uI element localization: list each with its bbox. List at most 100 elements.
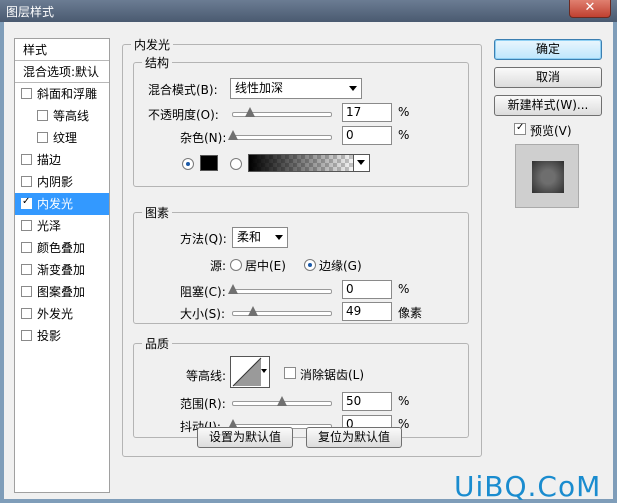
opacity-slider[interactable] [232, 107, 332, 117]
opacity-unit: % [398, 105, 410, 119]
style-item[interactable]: 投影 [15, 325, 109, 347]
solid-color-radio[interactable] [182, 158, 194, 170]
dialog-window: 图层样式 ✕ 样式 混合选项:默认 斜面和浮雕等高线纹理描边内阴影 ✓ 内发光光泽颜… [0, 0, 617, 503]
style-item-label: 斜面和浮雕 [37, 87, 98, 101]
blend-mode-label: 混合模式(B): [148, 83, 218, 97]
cancel-button[interactable]: 取消 [494, 67, 602, 88]
new-style-button[interactable]: 新建样式(W)... [494, 95, 602, 116]
size-slider[interactable] [232, 306, 332, 316]
style-checkbox[interactable] [21, 176, 32, 187]
technique-value: 柔和 [237, 230, 262, 244]
style-checkbox[interactable] [37, 132, 48, 143]
style-checkbox[interactable] [21, 330, 32, 341]
ok-button[interactable]: 确定 [494, 39, 602, 60]
style-item-label: 外发光 [37, 307, 74, 321]
noise-field[interactable]: 0 [342, 126, 392, 145]
opacity-field[interactable]: 17 [342, 103, 392, 122]
style-item[interactable]: 等高线 [15, 105, 109, 127]
swatch-fill [201, 156, 217, 170]
choke-slider-thumb[interactable] [228, 284, 238, 294]
style-item-label: 光泽 [37, 219, 62, 233]
style-item-label: 内阴影 [37, 175, 74, 189]
style-checkbox[interactable]: ✓ [21, 196, 32, 209]
preview-label[interactable]: 预览(V) [530, 122, 572, 139]
chevron-down-icon [275, 235, 283, 240]
style-checkbox[interactable] [37, 110, 48, 121]
source-edge-radio[interactable] [304, 259, 316, 271]
opacity-slider-thumb[interactable] [244, 107, 255, 117]
style-item-label: 等高线 [53, 109, 90, 123]
elements-legend: 图素 [142, 204, 173, 221]
styles-header[interactable]: 样式 [15, 39, 109, 61]
elements-group: 图素 方法(Q): 柔和 源: 居中(E) 边缘(G) 阻塞(C): 0 % 大… [133, 204, 469, 324]
quality-group: 品质 等高线: 消除锯齿(L) 范围(R): 50 % 抖动(J): [133, 335, 469, 438]
chevron-down-icon [349, 86, 357, 91]
style-checkbox[interactable] [21, 308, 32, 319]
size-slider-thumb[interactable] [247, 306, 258, 316]
blend-mode-select[interactable]: 线性加深 [230, 78, 362, 99]
title-bar: 图层样式 ✕ [0, 0, 617, 22]
antialias-checkbox[interactable] [284, 367, 296, 379]
source-edge-label[interactable]: 边缘(G) [319, 257, 362, 274]
quality-legend: 品质 [142, 335, 173, 352]
range-slider[interactable] [232, 396, 332, 406]
style-item[interactable]: 描边 [15, 149, 109, 171]
style-checkbox[interactable] [21, 154, 32, 165]
gradient-picker[interactable] [248, 154, 370, 172]
size-field[interactable]: 49 [342, 302, 392, 321]
style-item[interactable]: 外发光 [15, 303, 109, 325]
gradient-radio[interactable] [230, 158, 242, 170]
source-center-radio[interactable] [230, 259, 242, 271]
range-field[interactable]: 50 [342, 392, 392, 411]
style-preview [515, 144, 579, 208]
style-checkbox[interactable] [21, 220, 32, 231]
range-slider-thumb[interactable] [277, 396, 287, 406]
choke-label: 阻塞(C): [180, 285, 226, 299]
make-default-button[interactable]: 设置为默认值 [197, 427, 293, 448]
glow-color-swatch[interactable] [200, 155, 218, 171]
structure-group: 结构 混合模式(B): 线性加深 不透明度(O): 17 % 杂色(N): 0 … [133, 54, 469, 187]
style-item[interactable]: 光泽 [15, 215, 109, 237]
size-unit: 像素 [398, 306, 423, 320]
contour-picker[interactable] [230, 356, 270, 388]
style-item[interactable]: 渐变叠加 [15, 259, 109, 281]
choke-field[interactable]: 0 [342, 280, 392, 299]
style-item-label: 图案叠加 [37, 285, 86, 299]
technique-select[interactable]: 柔和 [232, 227, 288, 248]
noise-slider[interactable] [228, 130, 332, 140]
source-label: 源: [210, 259, 227, 273]
style-checkbox[interactable] [21, 88, 32, 99]
blending-options-item[interactable]: 混合选项:默认 [15, 61, 109, 83]
checkmark-icon: ✓ [22, 196, 31, 207]
style-item[interactable]: ✓ 内发光 [15, 193, 109, 215]
style-item[interactable]: 内阴影 [15, 171, 109, 193]
gradient-dropdown[interactable] [353, 155, 369, 171]
structure-legend: 结构 [142, 54, 173, 71]
chevron-down-icon [357, 160, 365, 165]
dialog-client: 样式 混合选项:默认 斜面和浮雕等高线纹理描边内阴影 ✓ 内发光光泽颜色叠加渐变叠加… [4, 22, 613, 499]
close-button[interactable]: ✕ [569, 0, 611, 18]
style-item[interactable]: 纹理 [15, 127, 109, 149]
antialias-label[interactable]: 消除锯齿(L) [300, 366, 364, 383]
watermark-text: UiBQ.CoM [454, 470, 602, 503]
style-item-label: 颜色叠加 [37, 241, 86, 255]
style-item-label: 纹理 [53, 131, 78, 145]
window-title: 图层样式 [6, 5, 55, 19]
style-item[interactable]: 图案叠加 [15, 281, 109, 303]
style-item[interactable]: 斜面和浮雕 [15, 83, 109, 105]
preview-swatch [532, 161, 564, 193]
style-item[interactable]: 颜色叠加 [15, 237, 109, 259]
noise-unit: % [398, 128, 410, 142]
style-checkbox[interactable] [21, 264, 32, 275]
style-item-label: 渐变叠加 [37, 263, 86, 277]
preview-checkbox[interactable]: ✓ [514, 122, 526, 135]
range-label: 范围(R): [180, 397, 226, 411]
chevron-down-icon [261, 369, 267, 373]
source-center-label[interactable]: 居中(E) [245, 257, 286, 274]
styles-list: 样式 混合选项:默认 斜面和浮雕等高线纹理描边内阴影 ✓ 内发光光泽颜色叠加渐变叠加… [14, 38, 110, 493]
reset-default-button[interactable]: 复位为默认值 [306, 427, 402, 448]
style-checkbox[interactable] [21, 242, 32, 253]
style-checkbox[interactable] [21, 286, 32, 297]
choke-slider[interactable] [228, 284, 332, 294]
noise-slider-thumb[interactable] [228, 130, 238, 140]
